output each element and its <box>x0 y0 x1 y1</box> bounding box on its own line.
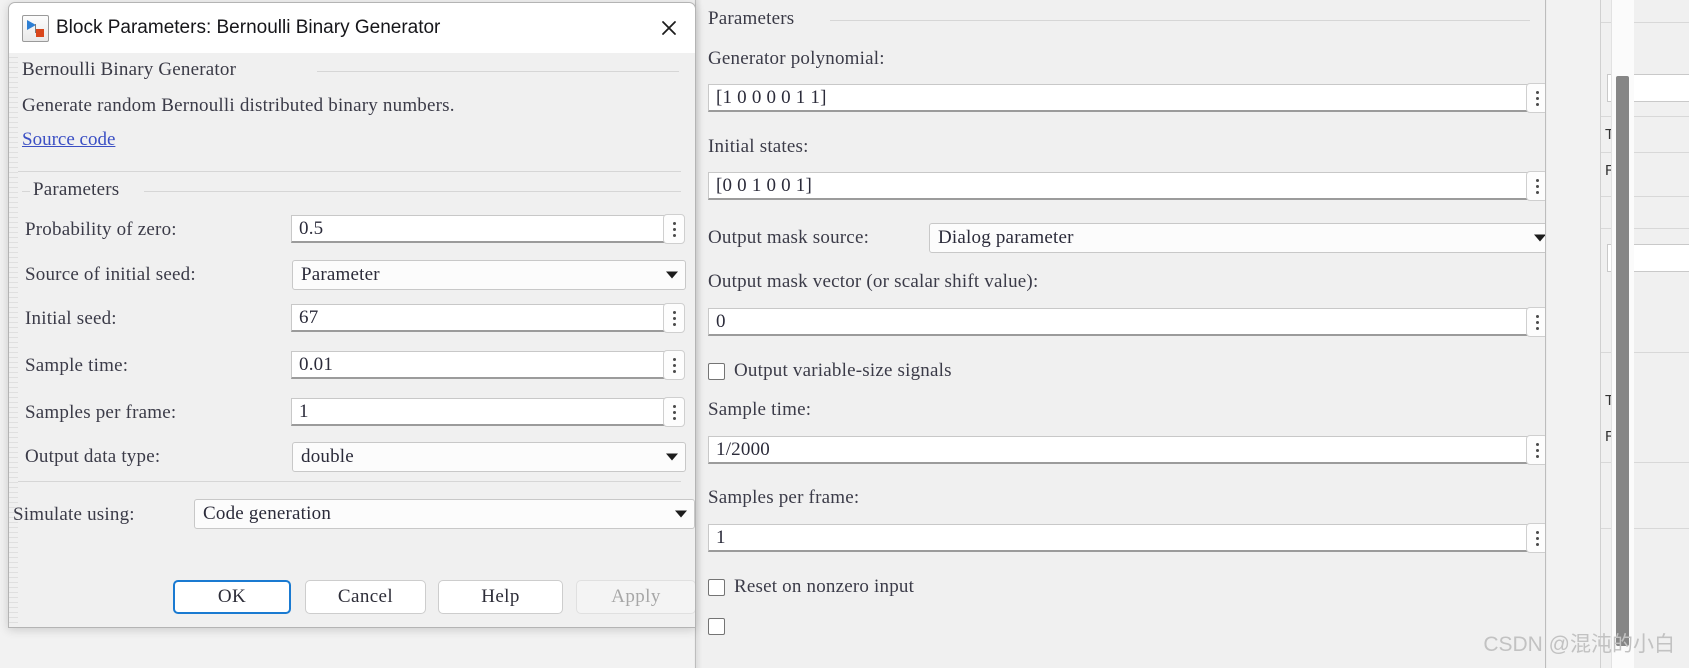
output-mask-source-value: Dialog parameter <box>938 227 1074 248</box>
samples-per-frame-spinner[interactable] <box>663 397 685 427</box>
generator-polynomial-label: Generator polynomial: <box>708 48 885 69</box>
checkbox-box-icon[interactable] <box>708 362 725 380</box>
clipped-checkbox-row[interactable] <box>708 618 725 635</box>
screen-root: T R T R Parameters Generator polynomial:… <box>0 0 1689 668</box>
output-mask-vector-spinner[interactable] <box>1526 307 1545 337</box>
chevron-down-icon <box>675 510 687 518</box>
sample-time-input[interactable]: 0.01 <box>291 351 665 379</box>
reset-on-nonzero-input-checkbox[interactable]: Reset on nonzero input <box>708 576 914 598</box>
probability-of-zero-spinner[interactable] <box>663 214 685 244</box>
cancel-button[interactable]: Cancel <box>305 580 426 614</box>
simulink-block-icon <box>22 15 49 42</box>
right-parameters-panel: Parameters Generator polynomial: [1 0 0 … <box>695 0 1546 668</box>
simulate-using-value: Code generation <box>203 503 332 524</box>
description-group-title: Bernoulli Binary Generator <box>22 59 237 80</box>
cancel-button-label: Cancel <box>337 586 394 607</box>
source-of-initial-seed-combobox[interactable]: Parameter <box>292 260 686 290</box>
right-samples-per-frame-input[interactable]: 1 <box>708 524 1534 552</box>
reset-on-nonzero-input-label: Reset on nonzero input <box>734 576 915 597</box>
source-of-initial-seed-label: Source of initial seed: <box>25 264 196 285</box>
output-mask-vector-value: 0 <box>716 310 726 332</box>
right-sample-time-value: 1/2000 <box>716 438 770 460</box>
initial-states-input[interactable]: [0 0 1 0 0 1] <box>708 172 1534 200</box>
initial-seed-input[interactable]: 67 <box>291 304 665 332</box>
source-of-initial-seed-value: Parameter <box>301 264 380 285</box>
output-data-type-value: double <box>301 446 354 467</box>
scrollbar-thumb[interactable] <box>1616 76 1629 646</box>
output-variable-size-signals-label: Output variable-size signals <box>734 360 952 381</box>
close-icon[interactable] <box>654 13 684 43</box>
dialog-title: Block Parameters: Bernoulli Binary Gener… <box>56 17 441 38</box>
right-sample-time-spinner[interactable] <box>1526 435 1545 465</box>
chevron-down-icon <box>666 271 678 279</box>
chevron-down-icon <box>666 453 678 461</box>
watermark: CSDN @混沌的小白 <box>1483 633 1675 656</box>
simulate-using-label: Simulate using: <box>13 504 135 525</box>
probability-of-zero-label: Probability of zero: <box>25 219 177 240</box>
sample-time-label: Sample time: <box>25 355 129 376</box>
right-parameters-group-title: Parameters <box>708 8 795 29</box>
dialog-titlebar[interactable]: Block Parameters: Bernoulli Binary Gener… <box>9 3 695 54</box>
probability-of-zero-input[interactable]: 0.5 <box>291 215 665 243</box>
right-sample-time-label: Sample time: <box>708 399 812 420</box>
sample-time-value: 0.01 <box>299 353 334 375</box>
help-button-label: Help <box>481 586 520 607</box>
ok-button-label: OK <box>217 586 247 607</box>
simulate-using-combobox[interactable]: Code generation <box>194 499 695 529</box>
description-text: Generate random Bernoulli distributed bi… <box>22 95 455 116</box>
help-button[interactable]: Help <box>438 580 563 614</box>
checkbox-box-icon[interactable] <box>708 618 725 635</box>
initial-seed-value: 67 <box>299 306 319 328</box>
initial-states-label: Initial states: <box>708 136 809 157</box>
right-samples-per-frame-label: Samples per frame: <box>708 487 860 508</box>
output-mask-vector-input[interactable]: 0 <box>708 308 1534 336</box>
samples-per-frame-value: 1 <box>299 400 309 422</box>
initial-states-value: [0 0 1 0 0 1] <box>716 174 813 196</box>
output-mask-source-combobox[interactable]: Dialog parameter <box>929 223 1545 253</box>
probability-of-zero-value: 0.5 <box>299 217 324 239</box>
apply-button: Apply <box>576 580 695 614</box>
output-data-type-combobox[interactable]: double <box>292 442 686 472</box>
apply-button-label: Apply <box>611 586 661 607</box>
ok-button[interactable]: OK <box>173 580 291 614</box>
parameters-group-title: Parameters <box>33 179 120 200</box>
samples-per-frame-input[interactable]: 1 <box>291 398 665 426</box>
output-data-type-label: Output data type: <box>25 446 161 467</box>
initial-seed-label: Initial seed: <box>25 308 117 329</box>
dialog-left-strip <box>9 53 18 627</box>
output-mask-source-label: Output mask source: <box>708 227 870 248</box>
block-parameters-dialog: Block Parameters: Bernoulli Binary Gener… <box>8 2 696 628</box>
initial-seed-spinner[interactable] <box>663 303 685 333</box>
right-samples-per-frame-spinner[interactable] <box>1526 523 1545 553</box>
samples-per-frame-label: Samples per frame: <box>25 402 177 423</box>
output-variable-size-signals-checkbox[interactable]: Output variable-size signals <box>708 360 952 382</box>
panel-gutter <box>696 0 702 668</box>
right-samples-per-frame-value: 1 <box>716 526 726 548</box>
initial-states-spinner[interactable] <box>1526 171 1545 201</box>
checkbox-box-icon[interactable] <box>708 578 725 596</box>
generator-polynomial-input[interactable]: [1 0 0 0 0 1 1] <box>708 84 1534 112</box>
generator-polynomial-value: [1 0 0 0 0 1 1] <box>716 86 827 108</box>
output-mask-vector-label: Output mask vector (or scalar shift valu… <box>708 271 1039 292</box>
right-sample-time-input[interactable]: 1/2000 <box>708 436 1534 464</box>
source-code-link[interactable]: Source code <box>22 129 115 151</box>
dialog-body: Bernoulli Binary Generator Generate rand… <box>9 53 695 627</box>
chevron-down-icon <box>1534 234 1545 242</box>
background-window-scrollbar[interactable] <box>1611 0 1634 668</box>
generator-polynomial-spinner[interactable] <box>1526 83 1545 113</box>
sample-time-spinner[interactable] <box>663 350 685 380</box>
